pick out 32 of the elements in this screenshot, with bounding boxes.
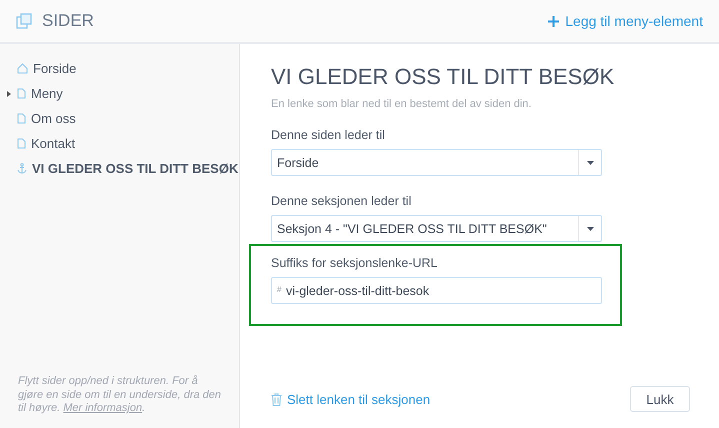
page-icon: [17, 138, 26, 149]
home-icon: [17, 63, 28, 74]
help-text: Flytt sider opp/ned i strukturen. For å gjøre en side om til en underside, dra den til høyre. Mer informasjon.: [17, 374, 222, 416]
hash-prefix: #: [277, 285, 282, 294]
section-title: VI GLEDER OSS TIL DITT BESØK: [271, 64, 616, 90]
sidebar-item[interactable]: Meny: [0, 81, 239, 106]
plus-icon: [548, 16, 560, 26]
anchor-icon: [17, 163, 27, 174]
sidebar-item-label: Om oss: [31, 111, 76, 126]
sidebar-item-label: Forside: [33, 61, 76, 76]
close-button[interactable]: Lukk: [630, 386, 690, 412]
section-description: En lenke som blar ned til en bestemt del av siden din.: [271, 98, 532, 110]
caret-icon[interactable]: [6, 90, 12, 98]
sidebar-item[interactable]: Kontakt: [0, 131, 239, 156]
page-icon: [17, 88, 26, 99]
sidebar-item-label: VI GLEDER OSS TIL DITT BESØK: [32, 161, 238, 176]
sidebar-item-label: Meny: [31, 86, 63, 101]
field-label: Suffiks for seksjonslenke-URL: [271, 256, 439, 270]
header-title: SIDER: [42, 11, 94, 31]
caret-icon: [586, 160, 594, 164]
dropdown[interactable]: Forside: [271, 149, 602, 176]
sidebar-item[interactable]: Forside: [0, 56, 239, 81]
pages-icon: [16, 13, 32, 29]
trash-icon: [271, 392, 282, 406]
sidebar-item-label: Kontakt: [31, 136, 76, 151]
field-label: Denne seksjonen leder til: [271, 194, 412, 208]
caret-icon: [586, 226, 594, 230]
dropdown[interactable]: Seksjon 4 - "VI GLEDER OSS TIL DITT BESØK": [271, 215, 602, 242]
sidebar-item[interactable]: Om oss: [0, 106, 239, 131]
sidebar-item[interactable]: VI GLEDER OSS TIL DITT BESØK: [0, 156, 239, 181]
field-label: Denne siden leder til: [271, 128, 386, 142]
page-icon: [17, 113, 26, 124]
